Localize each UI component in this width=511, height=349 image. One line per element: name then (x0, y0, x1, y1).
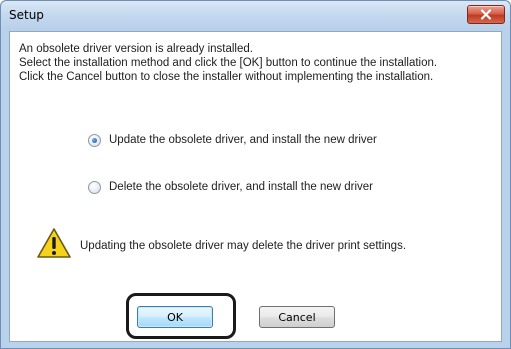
title-bar[interactable]: Setup (1, 1, 510, 30)
message-line-1: An obsolete driver version is already in… (19, 43, 253, 55)
close-button[interactable] (467, 5, 505, 24)
radio-update-selected[interactable] (88, 133, 101, 147)
cancel-button[interactable]: Cancel (259, 306, 335, 328)
option-delete-driver[interactable]: Delete the obsolete driver, and install … (88, 179, 373, 195)
setup-dialog: Setup An obsolete driver version is alre… (0, 0, 511, 349)
option-update-label[interactable]: Update the obsolete driver, and install … (109, 134, 377, 146)
window-title: Setup (9, 8, 44, 22)
message-line-3: Click the Cancel button to close the ins… (19, 71, 434, 83)
warning-message: Updating the obsolete driver may delete … (80, 240, 407, 252)
instruction-text: An obsolete driver version is already in… (19, 42, 499, 84)
option-delete-label[interactable]: Delete the obsolete driver, and install … (109, 181, 373, 193)
close-x-icon (480, 9, 492, 20)
ok-button[interactable]: OK (137, 306, 213, 328)
radio-delete-unselected[interactable] (88, 180, 101, 194)
warning-triangle-icon (37, 228, 71, 258)
option-update-driver[interactable]: Update the obsolete driver, and install … (88, 132, 377, 148)
dialog-body: An obsolete driver version is already in… (9, 31, 502, 342)
message-line-2: Select the installation method and click… (19, 57, 438, 69)
